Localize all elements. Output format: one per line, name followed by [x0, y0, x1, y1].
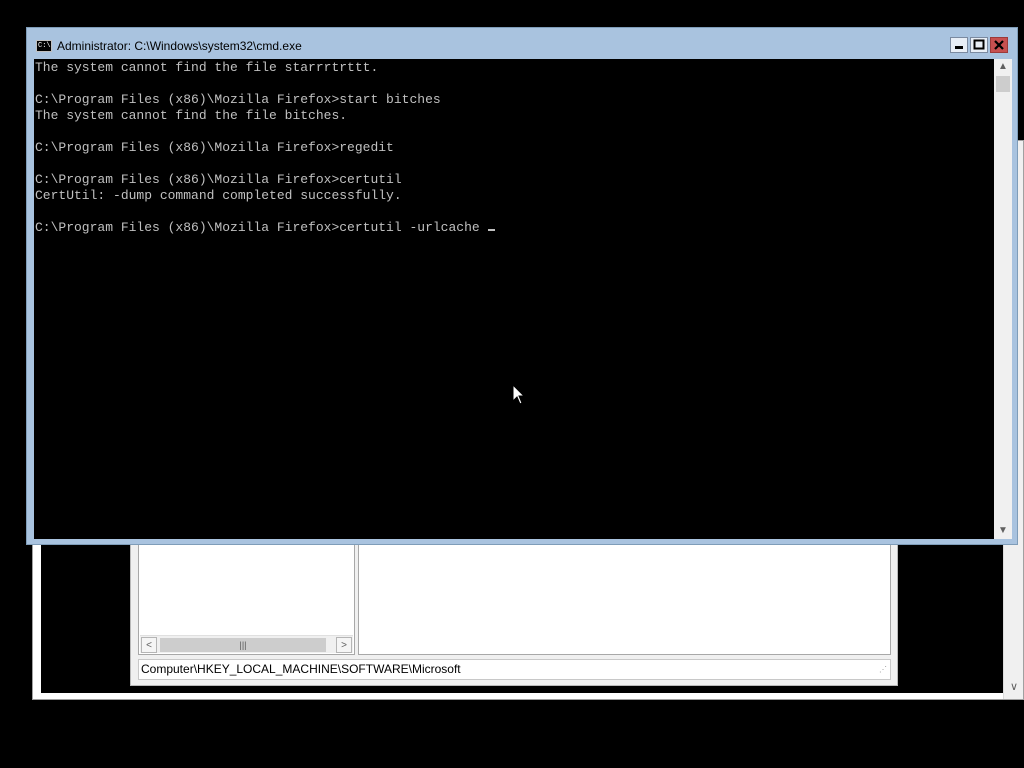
console-line: C:\Program Files (x86)\Mozilla Firefox>s… — [35, 92, 441, 107]
scrollbar-thumb[interactable]: ||| — [160, 638, 326, 652]
cmd-window: C:\ Administrator: C:\Windows\system32\c… — [26, 27, 1018, 545]
registry-status-path: Computer\HKEY_LOCAL_MACHINE\SOFTWARE\Mic… — [138, 659, 891, 680]
minimize-button[interactable] — [950, 37, 968, 53]
mouse-pointer-icon — [512, 384, 526, 405]
console-line: C:\Program Files (x86)\Mozilla Firefox>c… — [35, 220, 488, 235]
scroll-left-icon[interactable]: < — [141, 637, 157, 653]
registry-values-pane[interactable] — [358, 543, 891, 655]
maximize-button[interactable] — [970, 37, 988, 53]
console-scrollbar[interactable]: ▲ ▼ — [994, 59, 1012, 539]
text-cursor — [488, 229, 496, 231]
console-output[interactable]: The system cannot find the file starrrtr… — [34, 59, 994, 539]
registry-editor-window: < ||| > Computer\HKEY_LOCAL_MACHINE\SOFT… — [130, 540, 898, 686]
scroll-down-icon[interactable]: ▼ — [994, 523, 1012, 539]
maximize-icon — [973, 39, 985, 50]
resize-grip-icon[interactable]: ⋰ — [879, 665, 889, 675]
minimize-icon — [955, 46, 963, 49]
console-line: C:\Program Files (x86)\Mozilla Firefox>r… — [35, 140, 394, 155]
tree-horizontal-scrollbar[interactable]: < ||| > — [140, 635, 353, 653]
registry-tree-pane[interactable]: < ||| > — [138, 543, 355, 655]
scroll-up-icon[interactable]: ▲ — [994, 59, 1012, 75]
scroll-right-icon[interactable]: > — [336, 637, 352, 653]
close-icon — [994, 40, 1004, 50]
console-line: C:\Program Files (x86)\Mozilla Firefox>c… — [35, 172, 402, 187]
cmd-titlebar[interactable]: C:\ Administrator: C:\Windows\system32\c… — [27, 28, 1017, 59]
console-text: The system cannot find the file starrrtr… — [34, 59, 994, 236]
scroll-down-icon[interactable]: ∨ — [1004, 679, 1024, 695]
close-button[interactable] — [990, 37, 1008, 53]
scrollbar-thumb[interactable] — [996, 76, 1010, 92]
window-title: Administrator: C:\Windows\system32\cmd.e… — [57, 39, 302, 53]
console-line: The system cannot find the file starrrtr… — [35, 60, 379, 75]
cmd-icon[interactable]: C:\ — [36, 40, 52, 52]
console-line: The system cannot find the file bitches. — [35, 108, 348, 123]
console-line: CertUtil: -dump command completed succes… — [35, 188, 402, 203]
